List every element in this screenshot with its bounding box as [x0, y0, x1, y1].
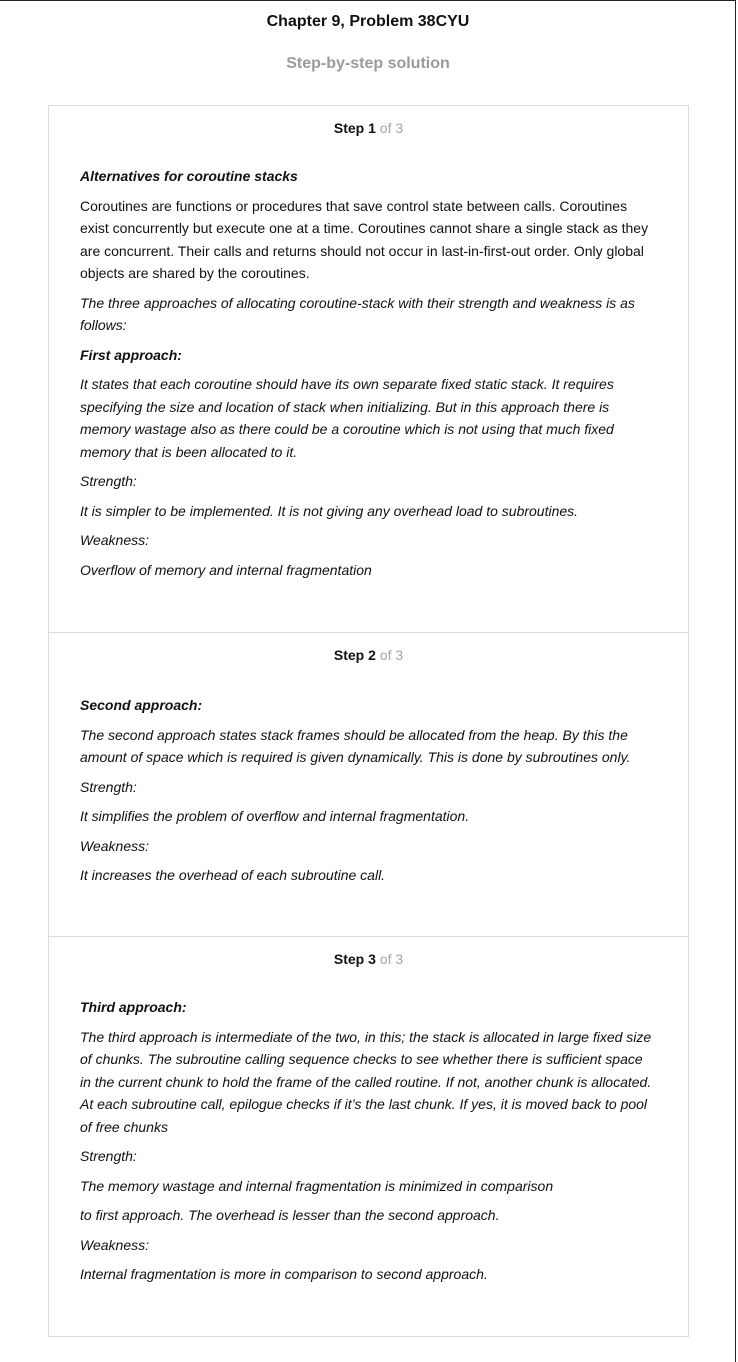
- strength-label: Strength:: [80, 473, 137, 489]
- step-header: Step 2 of 3: [80, 633, 657, 682]
- page-title: Chapter 9, Problem 38CYU: [266, 13, 470, 30]
- step-body: Alternatives for coroutine stacks Corout…: [80, 155, 657, 581]
- approach-heading: Second approach:: [80, 697, 203, 713]
- step-body: Third approach: The third approach is in…: [80, 986, 657, 1286]
- strength-label: Strength:: [80, 1148, 137, 1164]
- step-card: Step 2 of 3 Second approach: The second …: [48, 633, 689, 937]
- approach-heading: Third approach:: [80, 999, 187, 1015]
- step-body: Second approach: The second approach sta…: [80, 682, 657, 887]
- weakness-label: Weakness:: [80, 837, 149, 854]
- step-total: of 3: [375, 647, 404, 663]
- body-paragraph: The memory wastage and internal fragment…: [80, 1177, 554, 1194]
- steps-container: Step 1 of 3 Alternatives for coroutine s…: [48, 105, 689, 1337]
- weakness-label: Weakness:: [80, 1236, 149, 1253]
- section-heading: Alternatives for coroutine stacks: [80, 168, 298, 184]
- body-paragraph: It increases the overhead of each subrou…: [80, 867, 386, 883]
- body-paragraph: to first approach. The overhead is lesse…: [80, 1207, 500, 1223]
- approach-heading: First approach:: [80, 346, 182, 363]
- step-label: Step 1: [333, 120, 376, 136]
- step-card: Step 1 of 3 Alternatives for coroutine s…: [48, 105, 689, 633]
- weakness-label: Weakness:: [80, 532, 149, 548]
- step-header: Step 1 of 3: [80, 106, 657, 155]
- body-paragraph: Overflow of memory and internal fragment…: [80, 561, 372, 578]
- strength-label: Strength:: [80, 778, 137, 795]
- body-paragraph: Coroutines are functions or procedures t…: [80, 197, 649, 282]
- solution-subtitle: Step-by-step solution: [286, 55, 450, 72]
- body-paragraph: It simplifies the problem of overflow an…: [80, 808, 470, 824]
- step-total: of 3: [375, 120, 404, 136]
- step-label: Step 3: [333, 951, 376, 967]
- body-paragraph: It states that each coroutine should hav…: [80, 376, 614, 460]
- step-total: of 3: [375, 951, 404, 967]
- body-paragraph: The three approaches of allocating corou…: [80, 294, 635, 334]
- body-paragraph: The third approach is intermediate of th…: [80, 1028, 652, 1135]
- step-label: Step 2: [333, 647, 376, 663]
- body-paragraph: The second approach states stack frames …: [80, 726, 631, 766]
- step-header: Step 3 of 3: [80, 937, 657, 986]
- body-paragraph: It is simpler to be implemented. It is n…: [80, 502, 579, 519]
- body-paragraph: Internal fragmentation is more in compar…: [80, 1266, 488, 1282]
- step-card: Step 3 of 3 Third approach: The third ap…: [48, 937, 689, 1337]
